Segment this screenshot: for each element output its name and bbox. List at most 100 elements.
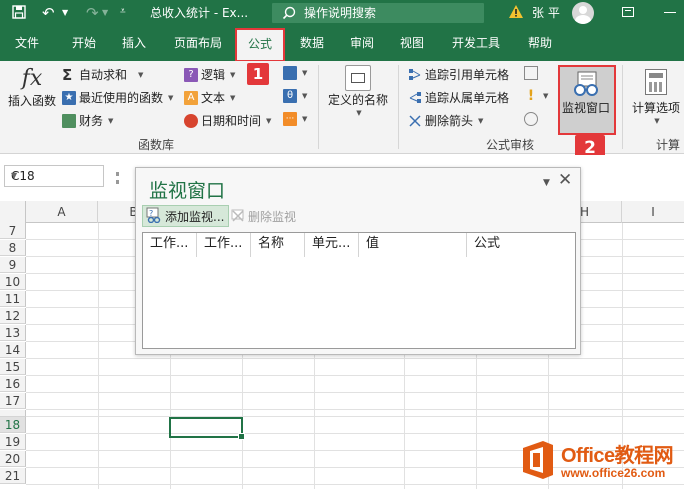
- watch-col-sheet[interactable]: 工作...: [197, 233, 251, 257]
- row-header[interactable]: 8: [0, 240, 26, 256]
- delete-watch-button[interactable]: 删除监视: [228, 205, 300, 227]
- formula-bar-splitter[interactable]: [116, 172, 119, 184]
- close-icon[interactable]: ✕: [558, 170, 572, 190]
- calculation-options-button[interactable]: 计算选项 ▼: [628, 65, 684, 125]
- math-trig-button[interactable]: θ ▼: [283, 89, 307, 103]
- add-watch-button[interactable]: ? 添加监视...: [142, 205, 230, 227]
- trace-dependents-button[interactable]: 追踪从属单元格: [408, 89, 509, 106]
- row-header[interactable]: 13: [0, 325, 26, 341]
- more-functions-button[interactable]: ··· ▼: [283, 112, 307, 126]
- tab-help[interactable]: 帮助: [518, 26, 562, 61]
- lookup-reference-button[interactable]: ▼: [283, 66, 307, 80]
- chevron-down-icon: ▼: [108, 116, 114, 125]
- tab-review[interactable]: 审阅: [340, 26, 384, 61]
- grid-line: [26, 358, 684, 359]
- row-header[interactable]: 9: [0, 257, 26, 273]
- add-watch-icon: ?: [145, 207, 163, 226]
- watch-col-value[interactable]: 值: [359, 233, 467, 257]
- show-formulas-button[interactable]: [524, 66, 538, 83]
- tab-data[interactable]: 数据: [292, 26, 332, 61]
- tell-me-search[interactable]: 操作说明搜索: [272, 3, 484, 23]
- row-header[interactable]: 17: [0, 393, 26, 409]
- watch-window-title: 监视窗口: [149, 180, 226, 202]
- chevron-down-icon[interactable]: ▼: [543, 178, 550, 188]
- financial-label: 财务: [79, 114, 104, 128]
- error-checking-button[interactable]: ! ▼: [524, 89, 549, 103]
- warning-icon[interactable]: [508, 4, 524, 23]
- chevron-down-icon[interactable]: ▼: [11, 166, 99, 186]
- tab-insert[interactable]: 插入: [112, 26, 156, 61]
- tab-formulas[interactable]: 公式: [235, 28, 285, 62]
- trace-precedents-button[interactable]: 追踪引用单元格: [408, 66, 509, 83]
- minimize-icon[interactable]: [664, 12, 676, 13]
- row-header[interactable]: 19: [0, 434, 26, 450]
- more-functions-icon: ···: [283, 112, 297, 126]
- clock-icon: [184, 113, 198, 128]
- column-header[interactable]: A: [26, 201, 98, 223]
- row-header[interactable]: 14: [0, 342, 26, 358]
- datetime-button[interactable]: 日期和时间 ▼: [184, 112, 271, 129]
- remove-arrows-button[interactable]: 删除箭头 ▼: [408, 112, 483, 129]
- watch-list[interactable]: 工作... 工作... 名称 单元... 值 公式: [142, 232, 576, 349]
- calculation-label: 计算: [656, 138, 681, 152]
- chevron-down-icon: ▼: [302, 92, 308, 100]
- column-header[interactable]: I: [622, 201, 684, 223]
- watch-col-cell[interactable]: 单元...: [305, 233, 359, 257]
- text-button[interactable]: A 文本 ▼: [184, 89, 235, 106]
- svg-text:?: ?: [149, 209, 153, 218]
- group-separator: [398, 65, 399, 149]
- text-a-icon: A: [184, 90, 198, 105]
- trace-precedents-label: 追踪引用单元格: [425, 68, 510, 82]
- evaluate-formula-button[interactable]: [524, 112, 538, 129]
- active-cell-c18[interactable]: [169, 417, 245, 440]
- save-icon[interactable]: [12, 0, 26, 22]
- row-header[interactable]: 21: [0, 468, 26, 484]
- row-header[interactable]: 20: [0, 451, 26, 467]
- tab-page-layout[interactable]: 页面布局: [166, 26, 230, 61]
- insert-function-button[interactable]: fx 插入函数: [8, 65, 56, 109]
- row-header[interactable]: 12: [0, 308, 26, 324]
- row-header[interactable]: 7: [0, 223, 26, 239]
- row-header-selected[interactable]: 18: [0, 417, 26, 433]
- undo-dropdown-icon[interactable]: ▼: [62, 0, 68, 26]
- defined-names-button[interactable]: 定义的名称 ▼: [326, 65, 390, 117]
- undo-icon[interactable]: ↶: [42, 0, 55, 26]
- watch-col-workbook[interactable]: 工作...: [143, 233, 197, 257]
- watch-col-formula[interactable]: 公式: [467, 233, 575, 257]
- row-header[interactable]: 15: [0, 359, 26, 375]
- select-all-corner[interactable]: [0, 201, 26, 223]
- tab-file[interactable]: 文件: [6, 26, 48, 61]
- trace-dependents-label: 追踪从属单元格: [425, 91, 510, 105]
- tab-view[interactable]: 视图: [392, 26, 432, 61]
- tab-home[interactable]: 开始: [60, 26, 108, 61]
- ribbon-display-options-icon[interactable]: [622, 7, 634, 17]
- group-separator: [622, 65, 623, 149]
- formula-auditing-label: 公式审核: [486, 138, 535, 152]
- row-header[interactable]: 10: [0, 274, 26, 290]
- tab-developer[interactable]: 开发工具: [444, 26, 508, 61]
- insert-function-label: 插入函数: [8, 94, 57, 108]
- recent-functions-button[interactable]: ★ 最近使用的函数 ▼: [62, 89, 173, 106]
- lightbulb-search-icon: [282, 6, 296, 23]
- row-header[interactable]: 11: [0, 291, 26, 307]
- fx-icon: fx: [21, 66, 43, 91]
- watch-window-highlight: [558, 65, 616, 135]
- row-header[interactable]: 16: [0, 376, 26, 392]
- chevron-down-icon: ▼: [478, 116, 484, 125]
- redo-icon[interactable]: ↷: [86, 0, 99, 26]
- user-name[interactable]: 张 平: [532, 0, 560, 26]
- avatar[interactable]: [572, 2, 594, 24]
- watch-col-name[interactable]: 名称: [251, 233, 305, 257]
- financial-button[interactable]: 财务 ▼: [62, 112, 113, 129]
- watch-window-pane[interactable]: 监视窗口 ▼ ✕ ? 添加监视... 删除监视 工作... 工作... 名称 单…: [135, 167, 581, 355]
- name-box[interactable]: C18 ▼: [4, 165, 104, 187]
- logical-button[interactable]: ? 逻辑 ▼: [184, 66, 235, 83]
- grid-line: [26, 484, 684, 485]
- redo-dropdown-icon[interactable]: ▼: [102, 0, 108, 26]
- autosum-button[interactable]: Σ 自动求和 ▼: [62, 66, 143, 83]
- calculation-options-label: 计算选项: [631, 101, 680, 115]
- lookup-magnifier-icon: [283, 66, 297, 80]
- customize-toolbar-icon[interactable]: ⩡: [120, 0, 126, 24]
- evaluate-formula-icon: [524, 112, 538, 126]
- watermark: Office教程网 www.office26.com: [521, 438, 683, 484]
